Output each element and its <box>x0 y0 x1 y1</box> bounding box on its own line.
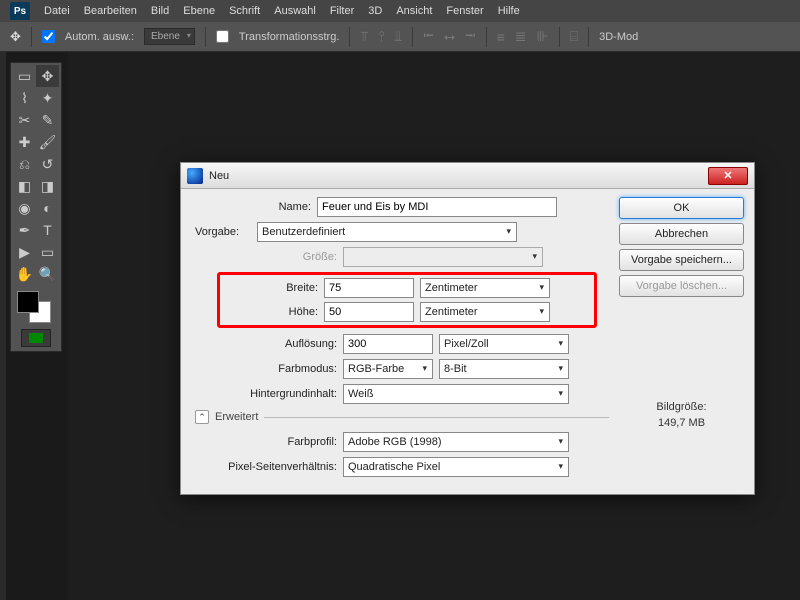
height-unit-dropdown[interactable]: Zentimeter <box>420 302 550 322</box>
save-preset-button[interactable]: Vorgabe speichern... <box>619 249 744 271</box>
app-logo: Ps <box>10 2 30 20</box>
menu-help[interactable]: Hilfe <box>498 5 520 17</box>
auto-select-target-dropdown[interactable]: Ebene <box>144 28 195 45</box>
resolution-input[interactable] <box>343 334 433 354</box>
preset-dropdown[interactable]: Benutzerdefiniert <box>257 222 517 242</box>
close-button[interactable]: ✕ <box>708 167 748 185</box>
colordepth-dropdown[interactable]: 8-Bit <box>439 359 569 379</box>
cancel-button[interactable]: Abbrechen <box>619 223 744 245</box>
height-label: Höhe: <box>224 306 318 318</box>
distribute-icon[interactable]: ≡ <box>497 29 505 45</box>
size-label: Größe: <box>217 251 337 263</box>
width-label: Breite: <box>224 282 318 294</box>
blur-tool[interactable]: ◉ <box>13 197 36 219</box>
auto-select-checkbox[interactable] <box>42 30 55 43</box>
3d-mode-label: 3D-Mod <box>599 31 638 43</box>
align-left-icon[interactable]: ⭰ <box>423 25 434 49</box>
dialog-title: Neu <box>209 170 708 182</box>
name-label: Name: <box>191 201 311 213</box>
auto-select-label: Autom. ausw.: <box>65 31 134 43</box>
dialog-titlebar[interactable]: Neu ✕ <box>181 163 754 189</box>
align-vcenter-icon[interactable]: ⫯ <box>378 28 384 45</box>
bgcontent-label: Hintergrundinhalt: <box>217 388 337 400</box>
width-input[interactable] <box>324 278 414 298</box>
dialog-icon <box>187 168 203 184</box>
image-size-label: Bildgröße: <box>619 401 744 413</box>
menu-3d[interactable]: 3D <box>368 5 382 17</box>
eraser-tool[interactable]: ◧ <box>13 175 36 197</box>
menu-select[interactable]: Auswahl <box>274 5 316 17</box>
menu-file[interactable]: Datei <box>44 5 70 17</box>
dodge-tool[interactable]: ◐ <box>36 197 59 219</box>
colorprofile-dropdown[interactable]: Adobe RGB (1998) <box>343 432 569 452</box>
left-strip <box>0 52 6 600</box>
gradient-tool[interactable]: ◨ <box>36 175 59 197</box>
dimensions-highlight: Breite: Zentimeter Höhe: Zentimeter <box>217 272 597 328</box>
eyedropper-tool[interactable]: ✎ <box>36 109 59 131</box>
distribute2-icon[interactable]: ≣ <box>515 28 527 45</box>
name-input[interactable] <box>317 197 557 217</box>
width-unit-dropdown[interactable]: Zentimeter <box>420 278 550 298</box>
transform-controls-checkbox[interactable] <box>216 30 229 43</box>
toolbox: ▭ ✥ ⌇ ✦ ✂ ✎ ✚ 🖌 ⎌ ↺ ◧ ◨ ◉ ◐ ✒ T ▶ ▭ ✋ 🔍 <box>10 62 62 352</box>
advanced-toggle[interactable]: ⌃ <box>195 410 209 424</box>
lasso-tool[interactable]: ⌇ <box>13 87 36 109</box>
ok-button[interactable]: OK <box>619 197 744 219</box>
pen-tool[interactable]: ✒ <box>13 219 36 241</box>
stamp-tool[interactable]: ⎌ <box>13 153 36 175</box>
history-brush-tool[interactable]: ↺ <box>36 153 59 175</box>
resolution-unit-dropdown[interactable]: Pixel/Zoll <box>439 334 569 354</box>
new-document-dialog: Neu ✕ Name: Vorgabe: Benutzerdefiniert G… <box>180 162 755 495</box>
align-top-icon[interactable]: ⫪ <box>360 28 368 45</box>
move-tool[interactable]: ✥ <box>36 65 59 87</box>
menu-bar: Ps Datei Bearbeiten Bild Ebene Schrift A… <box>0 0 800 22</box>
healing-tool[interactable]: ✚ <box>13 131 36 153</box>
pixelar-dropdown[interactable]: Quadratische Pixel <box>343 457 569 477</box>
height-input[interactable] <box>324 302 414 322</box>
quick-mask-toggle[interactable] <box>21 329 51 347</box>
menu-window[interactable]: Fenster <box>446 5 483 17</box>
menu-layer[interactable]: Ebene <box>183 5 215 17</box>
pixelar-label: Pixel-Seitenverhältnis: <box>217 461 337 473</box>
foreground-color-swatch[interactable] <box>17 291 39 313</box>
distribute3-icon[interactable]: ⊪ <box>537 28 549 45</box>
brush-tool[interactable]: 🖌 <box>36 131 59 153</box>
menu-filter[interactable]: Filter <box>330 5 354 17</box>
resolution-label: Auflösung: <box>217 338 337 350</box>
type-tool[interactable]: T <box>36 219 59 241</box>
path-select-tool[interactable]: ▶ <box>13 241 36 263</box>
zoom-tool[interactable]: 🔍 <box>36 263 59 285</box>
colormode-label: Farbmodus: <box>217 363 337 375</box>
transform-controls-label: Transformationsstrg. <box>239 31 339 43</box>
image-size-value: 149,7 MB <box>619 417 744 429</box>
colorprofile-label: Farbprofil: <box>217 436 337 448</box>
align-hcenter-icon[interactable]: ⭤ <box>444 28 455 45</box>
advanced-label: Erweitert <box>215 411 258 423</box>
shape-tool[interactable]: ▭ <box>36 241 59 263</box>
bgcontent-dropdown[interactable]: Weiß <box>343 384 569 404</box>
align-bottom-icon[interactable]: ⫫ <box>394 28 402 45</box>
menu-type[interactable]: Schrift <box>229 5 260 17</box>
3d-icon[interactable]: ⌸ <box>570 28 578 45</box>
marquee-tool[interactable]: ▭ <box>13 65 36 87</box>
preset-label: Vorgabe: <box>195 226 251 238</box>
color-swatches[interactable] <box>13 289 59 323</box>
size-dropdown <box>343 247 543 267</box>
delete-preset-button: Vorgabe löschen... <box>619 275 744 297</box>
menu-image[interactable]: Bild <box>151 5 169 17</box>
magic-wand-tool[interactable]: ✦ <box>36 87 59 109</box>
align-right-icon[interactable]: ⭲ <box>465 25 476 49</box>
menu-edit[interactable]: Bearbeiten <box>84 5 137 17</box>
crop-tool[interactable]: ✂ <box>13 109 36 131</box>
colormode-dropdown[interactable]: RGB-Farbe <box>343 359 433 379</box>
menu-view[interactable]: Ansicht <box>396 5 432 17</box>
hand-tool[interactable]: ✋ <box>13 263 36 285</box>
move-tool-icon: ✥ <box>10 29 21 45</box>
options-bar: ✥ Autom. ausw.: Ebene Transformationsstr… <box>0 22 800 52</box>
